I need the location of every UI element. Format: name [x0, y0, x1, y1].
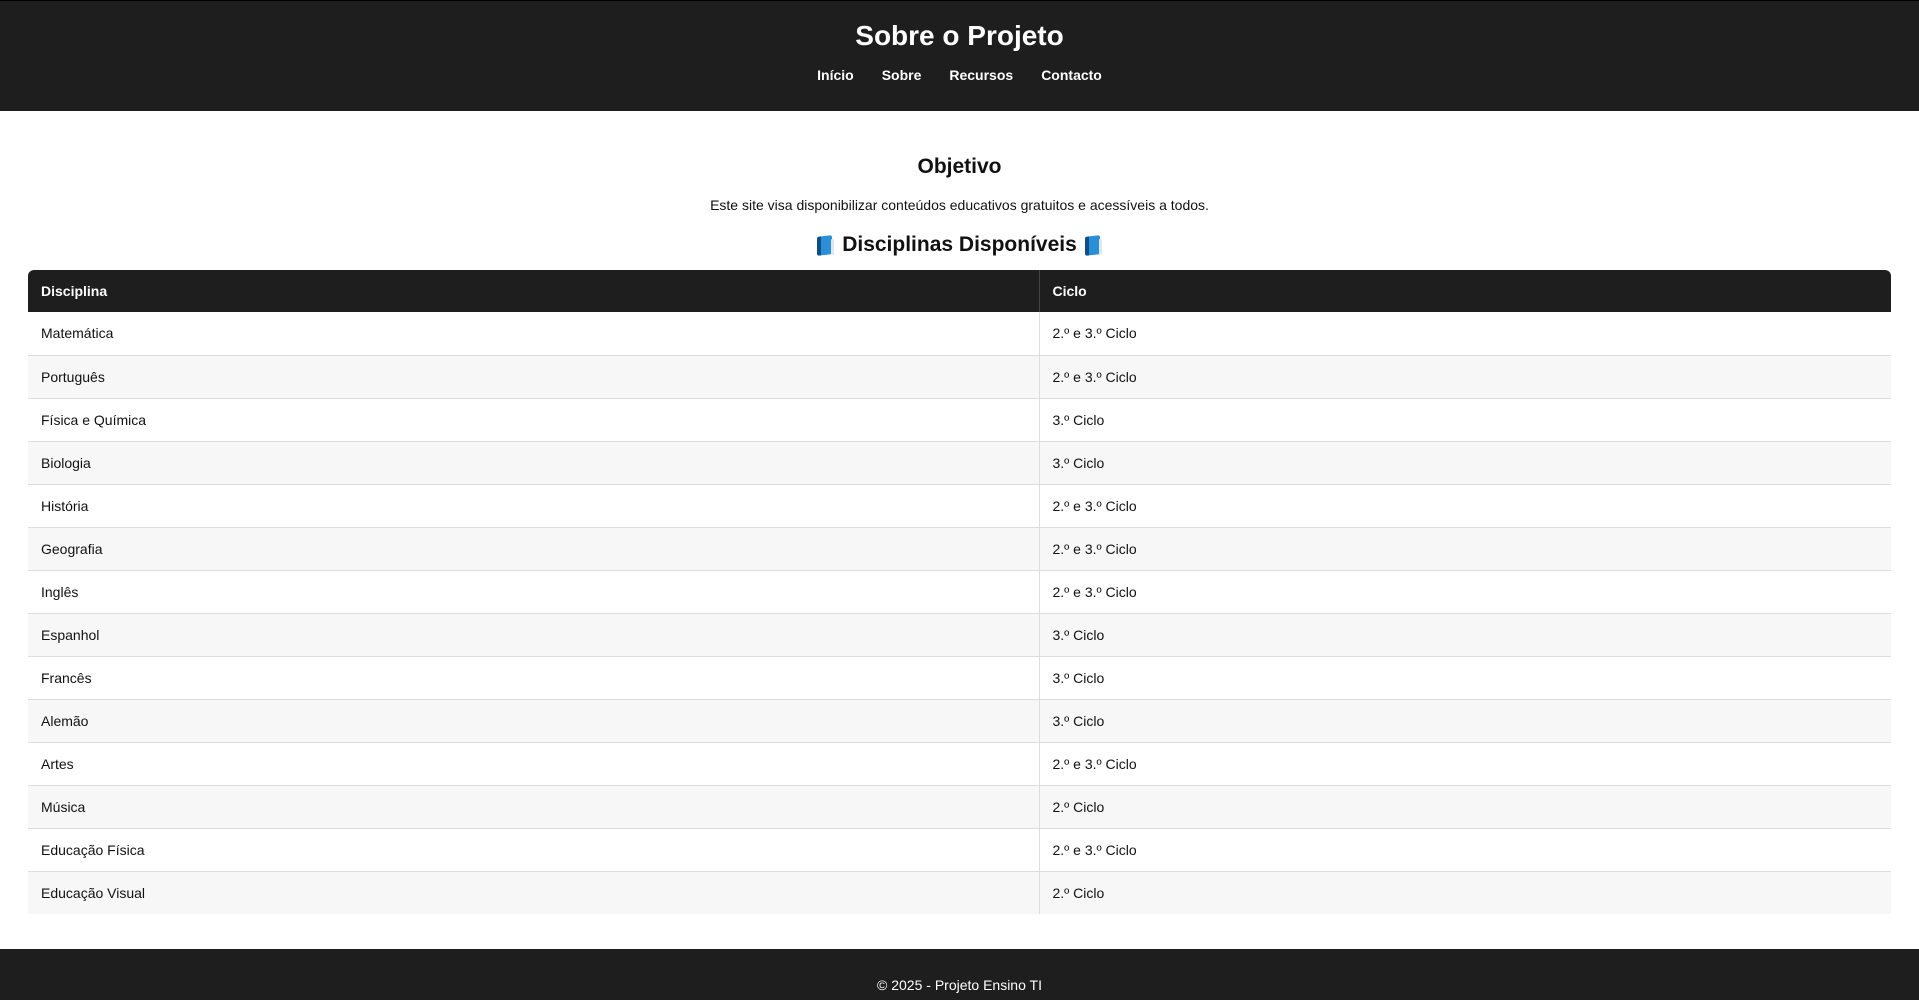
table-row: Geografia 2.º e 3.º Ciclo — [28, 527, 1891, 571]
cell-ciclo: 2.º e 3.º Ciclo — [1039, 484, 1891, 528]
table-row: Música 2.º Ciclo — [28, 785, 1891, 829]
cell-ciclo: 2.º e 3.º Ciclo — [1039, 355, 1891, 399]
cell-ciclo: 3.º Ciclo — [1039, 613, 1891, 657]
table-row: Inglês 2.º e 3.º Ciclo — [28, 570, 1891, 614]
table-row: Espanhol 3.º Ciclo — [28, 613, 1891, 657]
cell-disciplina: Física e Química — [28, 398, 1040, 442]
nav-link-contacto[interactable]: Contacto — [1041, 66, 1102, 84]
cell-ciclo: 2.º e 3.º Ciclo — [1039, 312, 1891, 356]
page-title: Sobre o Projeto — [855, 20, 1064, 51]
table-row: Alemão 3.º Ciclo — [28, 699, 1891, 743]
cell-disciplina: Alemão — [28, 699, 1040, 743]
table-header-row: Disciplina Ciclo — [28, 270, 1891, 312]
site-header: Sobre o Projeto Início Sobre Recursos Co… — [0, 0, 1919, 111]
book-icon — [1085, 235, 1102, 256]
table-row: Francês 3.º Ciclo — [28, 656, 1891, 700]
disciplines-table: Disciplina Ciclo Matemática 2.º e 3.º Cic… — [28, 270, 1891, 914]
table-title: Disciplinas Disponíveis — [28, 232, 1891, 258]
table-row: Física e Química 3.º Ciclo — [28, 398, 1891, 442]
book-icon — [817, 235, 835, 256]
cell-ciclo: 2.º e 3.º Ciclo — [1039, 527, 1891, 571]
cell-disciplina: Francês — [28, 656, 1040, 700]
main-content: Objetivo Este site visa disponibilizar c… — [0, 111, 1919, 949]
cell-disciplina: Biologia — [28, 441, 1040, 485]
cell-ciclo: 2.º e 3.º Ciclo — [1039, 828, 1891, 872]
section-title: Objetivo — [917, 155, 1002, 178]
table-row: Educação Física 2.º e 3.º Ciclo — [28, 828, 1891, 872]
cell-ciclo: 3.º Ciclo — [1039, 441, 1891, 485]
cell-ciclo: 2.º e 3.º Ciclo — [1039, 742, 1891, 786]
nav-link-recursos[interactable]: Recursos — [949, 66, 1013, 84]
table-row: Português 2.º e 3.º Ciclo — [28, 355, 1891, 399]
cell-disciplina: Inglês — [28, 570, 1040, 614]
nav-link-sobre[interactable]: Sobre — [882, 66, 922, 84]
cell-disciplina: História — [28, 484, 1040, 528]
cell-ciclo: 2.º e 3.º Ciclo — [1039, 570, 1891, 614]
cell-ciclo: 3.º Ciclo — [1039, 699, 1891, 743]
cell-disciplina: Geografia — [28, 527, 1040, 571]
table-row: Educação Visual 2.º Ciclo — [28, 871, 1891, 914]
site-footer: © 2025 - Projeto Ensino TI — [0, 949, 1919, 1000]
column-header-ciclo: Ciclo — [1039, 270, 1891, 312]
cell-ciclo: 3.º Ciclo — [1039, 398, 1891, 442]
table-title-text: Disciplinas Disponíveis — [842, 233, 1077, 256]
cell-disciplina: Espanhol — [28, 613, 1040, 657]
cell-disciplina: Matemática — [28, 312, 1040, 356]
nav-link-inicio[interactable]: Início — [817, 66, 854, 84]
cell-ciclo: 3.º Ciclo — [1039, 656, 1891, 700]
cell-disciplina: Artes — [28, 742, 1040, 786]
table-row: História 2.º e 3.º Ciclo — [28, 484, 1891, 528]
intro-text: Este site visa disponibilizar conteúdos … — [710, 197, 1209, 213]
cell-disciplina: Educação Visual — [28, 871, 1040, 914]
cell-ciclo: 2.º Ciclo — [1039, 871, 1891, 914]
main-nav: Início Sobre Recursos Contacto — [0, 66, 1919, 84]
cell-disciplina: Música — [28, 785, 1040, 829]
column-header-disciplina: Disciplina — [28, 270, 1040, 312]
cell-ciclo: 2.º Ciclo — [1039, 785, 1891, 829]
cell-disciplina: Educação Física — [28, 828, 1040, 872]
table-row: Biologia 3.º Ciclo — [28, 441, 1891, 485]
table-row: Matemática 2.º e 3.º Ciclo — [28, 312, 1891, 356]
cell-disciplina: Português — [28, 355, 1040, 399]
table-row: Artes 2.º e 3.º Ciclo — [28, 742, 1891, 786]
footer-text: © 2025 - Projeto Ensino TI — [877, 977, 1042, 993]
